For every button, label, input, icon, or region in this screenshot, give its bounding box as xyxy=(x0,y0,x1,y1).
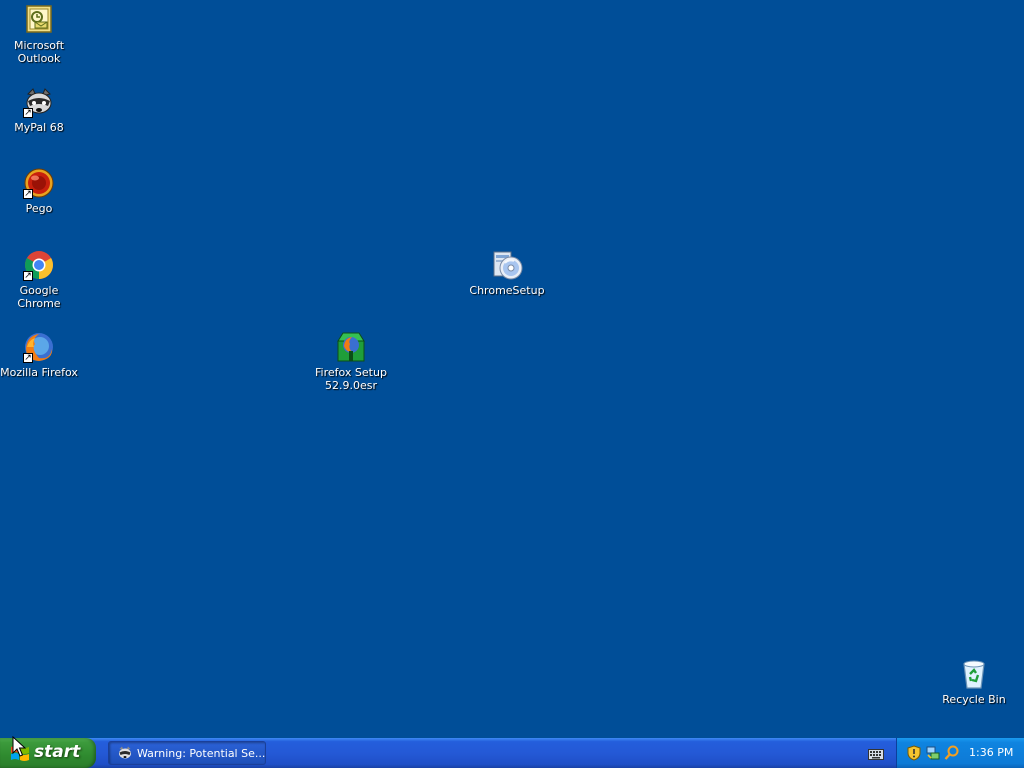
red-orb-icon: ↗ xyxy=(23,167,55,199)
desktop-icon-label: Google Chrome xyxy=(17,284,61,310)
start-label: start xyxy=(34,742,81,762)
desktop-icon-label: MyPal 68 xyxy=(14,121,64,134)
desktop-icon-chrome-setup[interactable]: ChromeSetup xyxy=(467,249,547,297)
outlook-icon xyxy=(23,4,55,36)
desktop-icon-recycle-bin[interactable]: Recycle Bin xyxy=(934,658,1014,706)
raccoon-icon: ↗ xyxy=(23,86,55,118)
system-tray: 1:36 PM xyxy=(896,738,1024,768)
search-icon[interactable] xyxy=(944,745,960,765)
raccoon-icon xyxy=(117,745,133,765)
chrome-icon: ↗ xyxy=(23,249,55,281)
desktop-icon-google-chrome[interactable]: ↗ Google Chrome xyxy=(0,249,79,310)
recycle-bin-icon xyxy=(958,658,990,690)
start-button[interactable]: start xyxy=(0,738,96,768)
taskbar: start Warning: Potential Se... 1:36 PM xyxy=(0,738,1024,768)
installer-icon xyxy=(335,331,367,363)
shortcut-arrow-icon: ↗ xyxy=(23,108,33,118)
shortcut-arrow-icon: ↗ xyxy=(23,189,33,199)
shortcut-arrow-icon: ↗ xyxy=(23,353,33,363)
network-icon[interactable] xyxy=(925,745,941,765)
desktop-icon-label: Microsoft Outlook xyxy=(13,39,65,65)
desktop-icon-mypal-68[interactable]: ↗ MyPal 68 xyxy=(0,86,79,134)
firefox-icon: ↗ xyxy=(23,331,55,363)
keyboard-icon[interactable] xyxy=(868,746,884,765)
shortcut-arrow-icon: ↗ xyxy=(23,271,33,281)
taskbar-button-warning-window[interactable]: Warning: Potential Se... xyxy=(108,741,266,765)
desktop-icon-label: ChromeSetup xyxy=(469,284,545,297)
desktop-icon-firefox-setup[interactable]: Firefox Setup 52.9.0esr xyxy=(311,331,391,392)
clock[interactable]: 1:36 PM xyxy=(969,746,1013,759)
desktop-icon-label: Recycle Bin xyxy=(942,693,1006,706)
desktop-icon-mozilla-firefox[interactable]: ↗ Mozilla Firefox xyxy=(0,331,79,379)
setup-cd-icon xyxy=(491,249,523,281)
windows-flag-icon xyxy=(10,745,30,767)
security-shield-icon[interactable] xyxy=(906,745,922,765)
desktop-icon-label: Pego xyxy=(25,202,53,215)
taskbar-button-label: Warning: Potential Se... xyxy=(137,747,266,760)
desktop: Microsoft Outlook ↗ MyPal 68 ↗ Pego ↗ Go… xyxy=(0,0,1024,738)
desktop-icon-microsoft-outlook[interactable]: Microsoft Outlook xyxy=(0,4,79,65)
desktop-icon-label: Firefox Setup 52.9.0esr xyxy=(315,366,387,392)
desktop-icon-label: Mozilla Firefox xyxy=(0,366,78,379)
desktop-icon-pego[interactable]: ↗ Pego xyxy=(0,167,79,215)
